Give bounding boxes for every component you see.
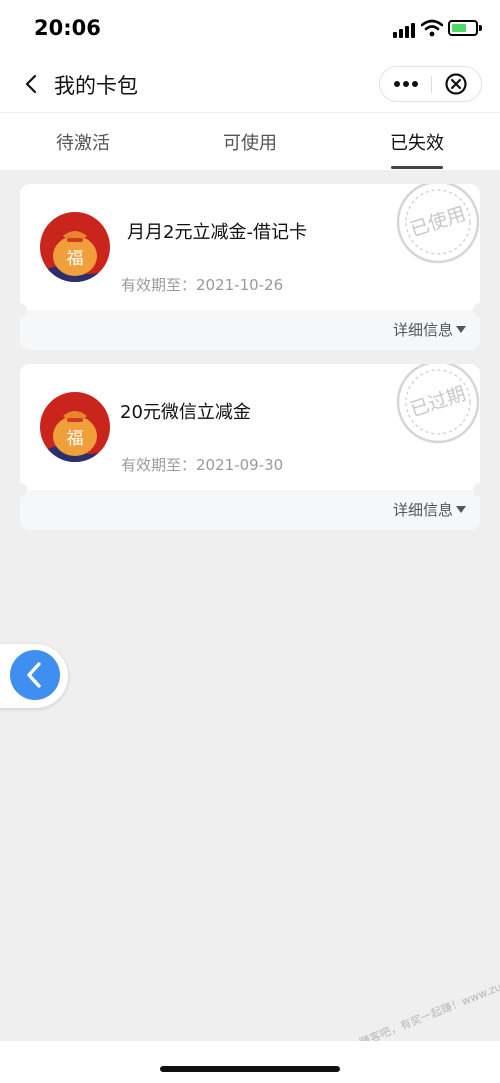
- tab-bar: 待激活 可使用 已失效: [0, 112, 500, 170]
- floating-back-button[interactable]: [0, 644, 68, 708]
- battery-icon: [448, 20, 478, 36]
- details-toggle[interactable]: 详细信息: [393, 499, 466, 520]
- expired-stamp: 已过期: [394, 364, 480, 446]
- details-label: 详细信息: [392, 501, 453, 519]
- tab-expired[interactable]: 已失效: [367, 129, 467, 155]
- home-indicator[interactable]: [160, 1066, 340, 1072]
- used-stamp: 已使用: [394, 184, 480, 266]
- battery-cap: [479, 25, 482, 31]
- active-tab-indicator: [391, 166, 443, 169]
- more-dots-icon[interactable]: [380, 67, 431, 101]
- mini-program-capsule: [379, 66, 482, 102]
- tab-usable[interactable]: 可使用: [200, 129, 300, 155]
- caret-down-icon: [456, 326, 466, 333]
- coupon-card[interactable]: 福 20元微信立减金 有效期至：2021-09-30 已过期 详细信息: [20, 364, 480, 530]
- caret-down-icon: [456, 506, 466, 513]
- svg-text:福: 福: [67, 429, 84, 449]
- card-notch: [473, 303, 480, 317]
- navigation-bar: 我的卡包: [0, 56, 500, 112]
- chevron-left-icon: [27, 662, 41, 688]
- bottom-safe-area: [0, 1041, 500, 1083]
- close-circle-icon[interactable]: [432, 67, 482, 101]
- floating-back-circle: [10, 650, 60, 700]
- coupon-title: 20元微信立减金: [120, 402, 251, 423]
- coupon-card[interactable]: 福 月月2元立减金-借记卡 有效期至：2021-10-26 已使用 详细信息: [20, 184, 480, 350]
- chevron-left-icon[interactable]: [20, 72, 44, 96]
- coupon-validity: 有效期至：2021-10-26: [121, 276, 284, 294]
- coupon-validity: 有效期至：2021-09-30: [121, 456, 284, 474]
- svg-text:福: 福: [67, 249, 84, 269]
- details-label: 详细信息: [392, 321, 453, 339]
- fortune-bag-avatar: 福: [40, 392, 110, 462]
- wifi-icon: [421, 19, 443, 37]
- status-time: 20:06: [34, 16, 101, 40]
- card-footer: 详细信息: [20, 490, 480, 530]
- tab-pending-activation[interactable]: 待激活: [33, 129, 133, 155]
- page-title: 我的卡包: [54, 74, 138, 98]
- signal-icon: [393, 22, 415, 38]
- status-bar: 20:06: [0, 0, 500, 56]
- details-toggle[interactable]: 详细信息: [393, 319, 466, 340]
- coupon-title: 月月2元立减金-借记卡: [127, 222, 307, 243]
- watermark: 赚客吧，有奖一起赚！www.zuanke8.com: [357, 957, 500, 1050]
- card-notch: [473, 483, 480, 497]
- card-footer: 详细信息: [20, 310, 480, 350]
- fortune-bag-avatar: 福: [40, 212, 110, 282]
